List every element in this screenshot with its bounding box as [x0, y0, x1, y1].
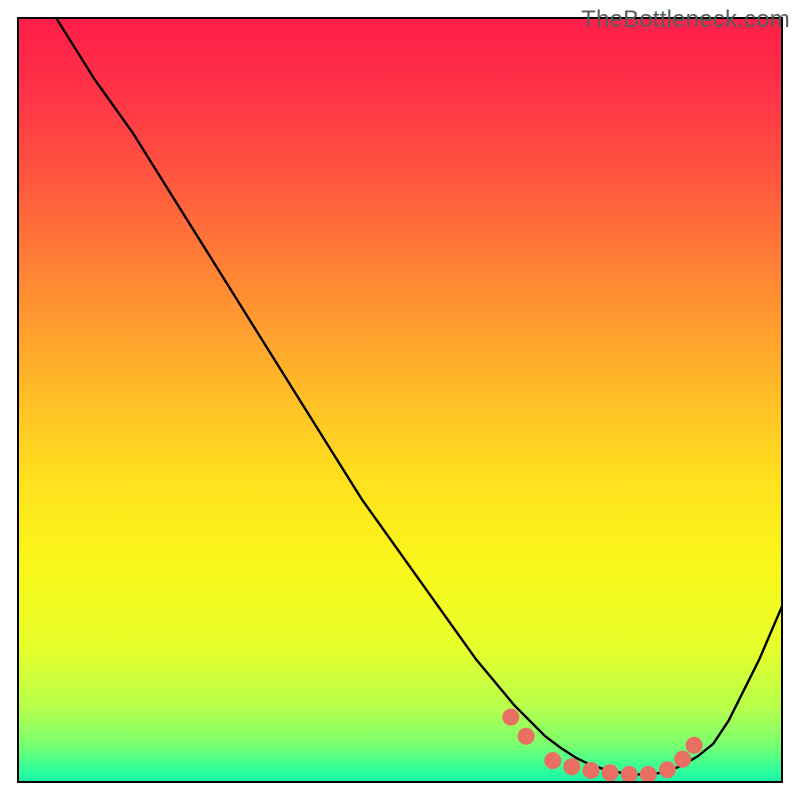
watermark-text: TheBottleneck.com: [581, 6, 790, 34]
chart-container: TheBottleneck.com: [0, 0, 800, 800]
trough-marker: [602, 765, 618, 781]
trough-marker: [503, 709, 519, 725]
trough-marker: [621, 766, 637, 782]
trough-marker: [564, 759, 580, 775]
plot-svg: [0, 0, 800, 800]
trough-marker: [659, 762, 675, 778]
trough-marker: [686, 737, 702, 753]
trough-marker: [640, 766, 656, 782]
trough-marker: [583, 763, 599, 779]
trough-marker: [518, 728, 534, 744]
trough-marker: [545, 753, 561, 769]
trough-marker: [675, 751, 691, 767]
